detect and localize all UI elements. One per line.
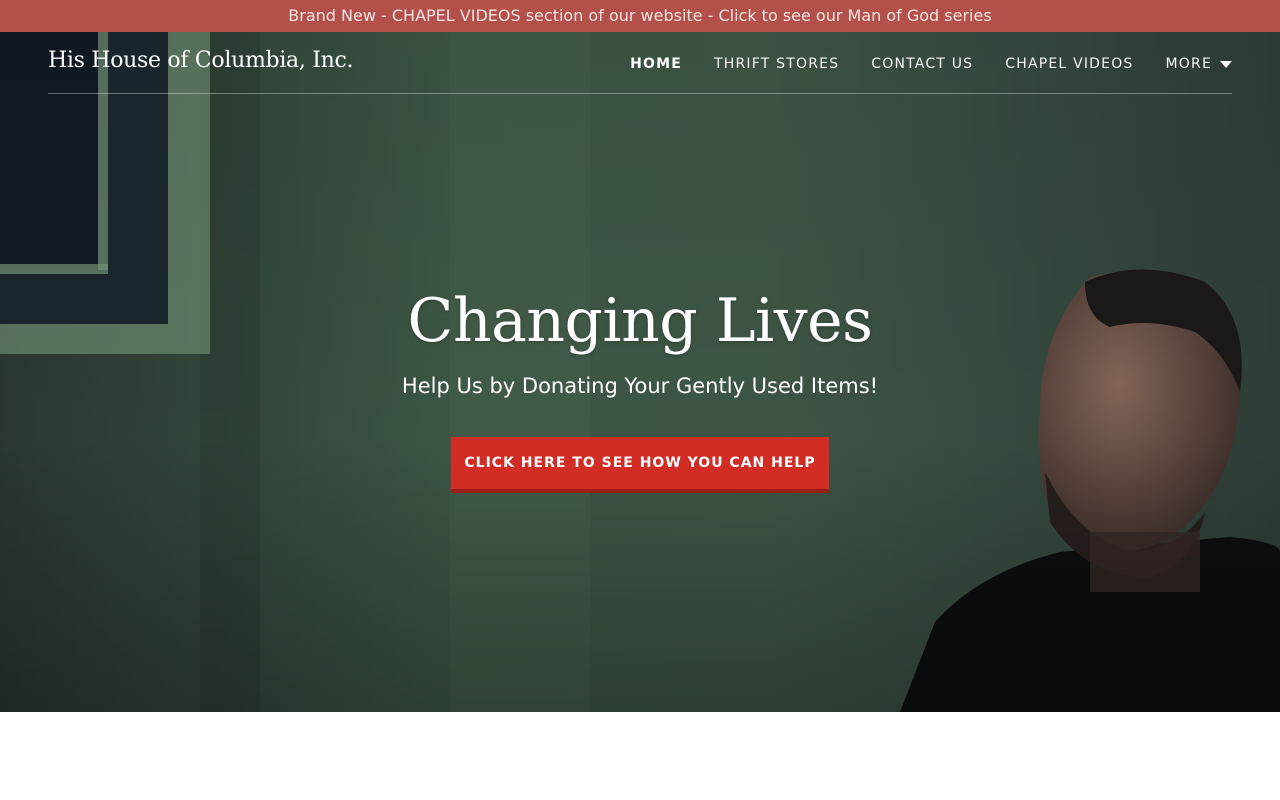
hero-title: Changing Lives xyxy=(407,286,873,356)
hero-section: His House of Columbia, Inc. HOME THRIFT … xyxy=(0,32,1280,712)
caret-down-icon xyxy=(1220,60,1232,68)
main-menu: HOME THRIFT STORES CONTACT US CHAPEL VID… xyxy=(630,56,1232,72)
nav-item-contact-us[interactable]: CONTACT US xyxy=(871,56,973,72)
site-title[interactable]: His House of Columbia, Inc. xyxy=(48,48,354,73)
nav-item-home[interactable]: HOME xyxy=(630,56,682,72)
nav-item-more-label: MORE xyxy=(1165,56,1212,72)
announcement-text[interactable]: Brand New - CHAPEL VIDEOS section of our… xyxy=(288,6,991,25)
help-cta-button[interactable]: CLICK HERE TO SEE HOW YOU CAN HELP xyxy=(451,437,829,493)
nav-item-thrift-stores[interactable]: THRIFT STORES xyxy=(714,56,839,72)
nav-item-chapel-videos[interactable]: CHAPEL VIDEOS xyxy=(1005,56,1133,72)
content-section xyxy=(0,712,1280,800)
hero-background-image xyxy=(0,32,1280,712)
hero-subtitle: Help Us by Donating Your Gently Used Ite… xyxy=(401,374,879,398)
top-navigation: His House of Columbia, Inc. HOME THRIFT … xyxy=(48,32,1232,94)
announcement-bar[interactable]: Brand New - CHAPEL VIDEOS section of our… xyxy=(0,0,1280,32)
nav-item-more[interactable]: MORE xyxy=(1166,56,1232,72)
